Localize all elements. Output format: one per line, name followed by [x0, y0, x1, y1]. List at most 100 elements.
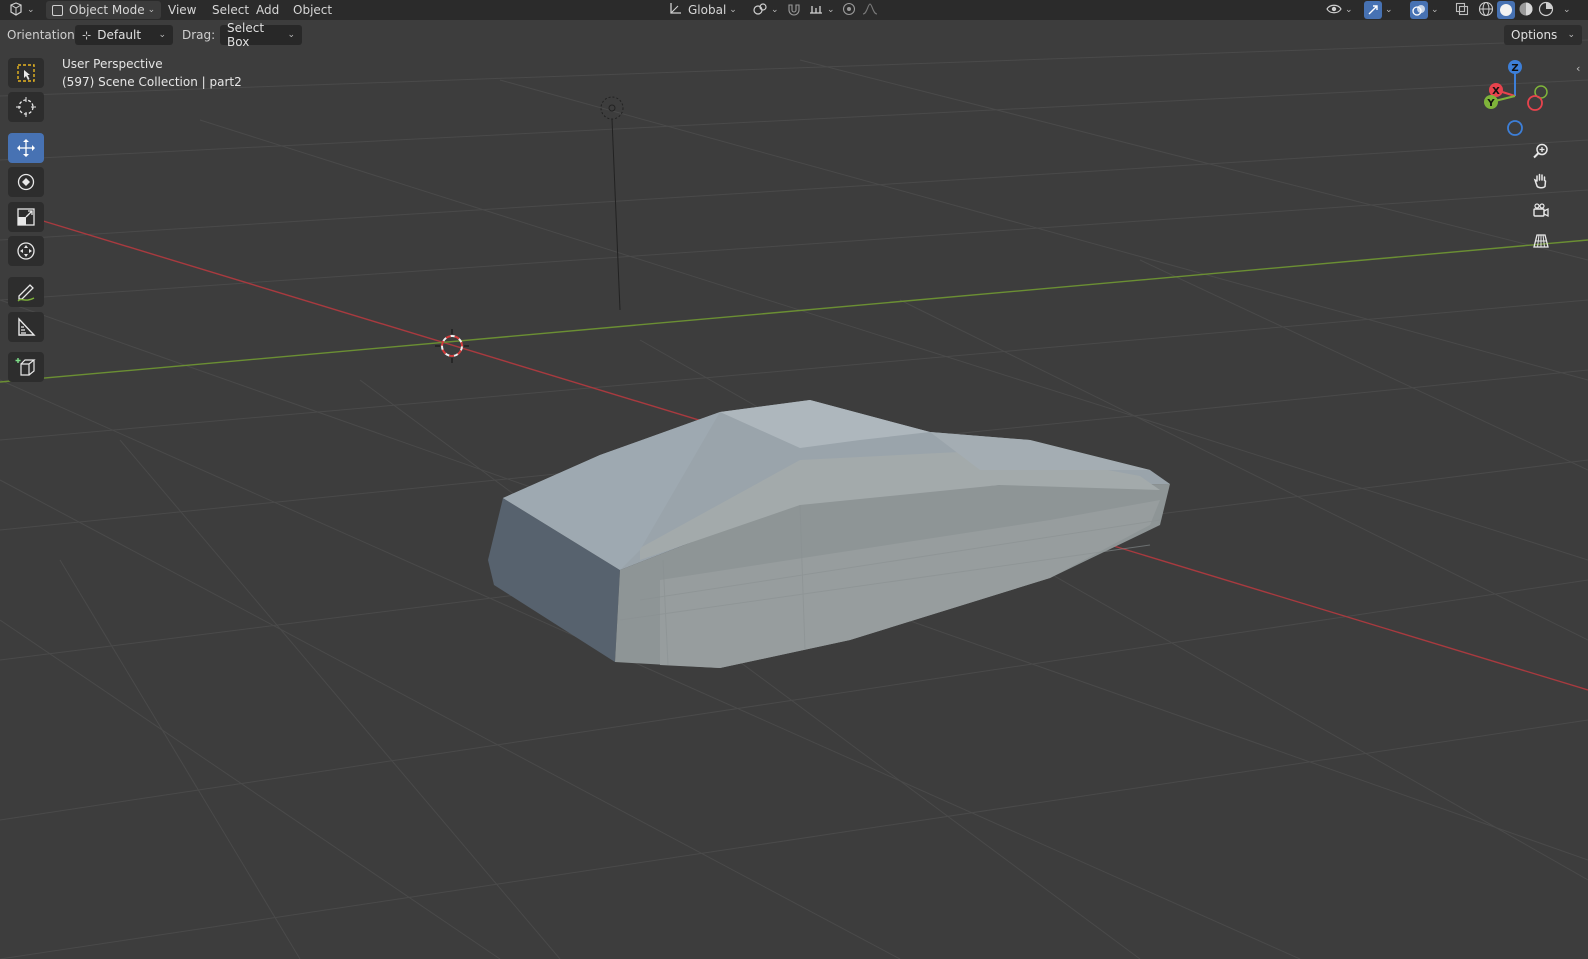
mode-label: Object Mode [69, 3, 145, 17]
shading-solid-button[interactable] [1497, 0, 1515, 20]
orientation-label: Orientation: [7, 28, 79, 42]
3d-cursor[interactable] [435, 329, 469, 363]
proportional-editing-toggle[interactable] [842, 0, 856, 20]
magnet-icon [786, 2, 802, 19]
hand-icon [1533, 173, 1547, 189]
add-cube-icon [15, 358, 36, 376]
editor-type-dropdown[interactable]: ⌄ [8, 0, 35, 20]
camera-icon [1533, 203, 1549, 218]
chevron-down-icon: ⌄ [827, 5, 835, 15]
zoom-button[interactable] [1528, 138, 1554, 164]
eye-icon [1326, 2, 1342, 19]
pivot-point-dropdown[interactable]: ⌄ [752, 0, 779, 20]
drag-dropdown-value: Select Box [227, 21, 265, 49]
orientation-value: Global [688, 3, 727, 17]
orientation-dropdown-value: Default [97, 28, 142, 42]
proportional-falloff-dropdown[interactable] [862, 0, 878, 20]
shading-wireframe-button[interactable] [1478, 0, 1494, 20]
move-arrows-icon [17, 139, 35, 157]
mode-dropdown[interactable]: Object Mode ⌄ [46, 1, 162, 19]
rendered-sphere-icon [1538, 1, 1554, 20]
menu-select[interactable]: Select [212, 0, 249, 20]
drag-label: Drag: [182, 28, 216, 42]
menu-add[interactable]: Add [256, 0, 279, 20]
overlay-icon [1410, 1, 1428, 19]
shading-rendered-button[interactable] [1538, 0, 1554, 20]
perspective-toggle-button[interactable] [1528, 228, 1554, 254]
chevron-down-icon: ⌄ [1567, 30, 1575, 40]
chevron-down-icon: ⌄ [771, 5, 779, 15]
gizmo-icon [1364, 1, 1382, 19]
tool-annotate[interactable] [8, 277, 44, 307]
snap-toggle[interactable] [786, 0, 802, 20]
viewport-perspective-label: User Perspective [62, 57, 163, 71]
z-axis-label: Z [1511, 63, 1518, 74]
y-axis-label: Y [1486, 98, 1495, 109]
cursor-target-icon [16, 97, 36, 117]
axes-icon [668, 2, 682, 19]
cube-editor-icon [8, 1, 24, 19]
shading-options-dropdown[interactable]: ⌄ [1560, 0, 1571, 20]
axes-icon: ⊹ [82, 28, 92, 42]
selectability-visibility-dropdown[interactable]: ⌄ [1326, 0, 1353, 20]
xray-icon [1455, 2, 1469, 19]
pivot-icon [752, 2, 768, 19]
shading-material-button[interactable] [1518, 0, 1534, 20]
falloff-curve-icon [862, 2, 878, 19]
xray-toggle[interactable] [1455, 0, 1469, 20]
neg-z-axis-handle[interactable] [1507, 120, 1523, 136]
transform-orientation-dropdown[interactable]: Global ⌄ [668, 0, 737, 20]
chevron-down-icon: ⌄ [158, 30, 166, 40]
material-sphere-icon [1518, 1, 1534, 20]
orientation-dropdown[interactable]: ⊹ Default ⌄ [75, 25, 173, 45]
options-dropdown[interactable]: Options ⌄ [1504, 25, 1582, 45]
chevron-down-icon: ⌄ [147, 5, 156, 15]
wireframe-sphere-icon [1478, 1, 1494, 20]
grid-perspective-icon [1533, 234, 1549, 248]
tool-move[interactable] [8, 133, 44, 163]
select-box-icon [17, 64, 35, 82]
menu-object[interactable]: Object [293, 0, 332, 20]
chevron-down-icon: ⌄ [1345, 5, 1353, 15]
y-axis-line [0, 239, 1588, 383]
sidebar-toggle-arrow[interactable]: ‹ [1576, 62, 1586, 76]
tool-scale[interactable] [8, 202, 44, 232]
neg-x-axis-handle[interactable] [1527, 95, 1543, 111]
pan-button[interactable] [1528, 168, 1554, 194]
tool-select-box[interactable] [8, 58, 44, 88]
options-label: Options [1511, 28, 1558, 42]
menu-view[interactable]: View [168, 0, 196, 20]
snap-increment-icon [808, 2, 824, 19]
viewport-collection-label: (597) Scene Collection | part2 [62, 75, 242, 89]
car-mesh[interactable] [488, 400, 1170, 668]
proportional-icon [842, 2, 856, 19]
tool-rotate[interactable] [8, 167, 44, 197]
drag-dropdown[interactable]: Select Box ⌄ [220, 21, 302, 49]
solid-sphere-icon [1497, 1, 1515, 19]
camera-view-button[interactable] [1528, 198, 1554, 224]
overlay-toggle[interactable]: ⌄ [1410, 0, 1439, 20]
chevron-down-icon: ⌄ [1431, 5, 1439, 15]
annotate-pencil-icon [17, 284, 35, 302]
object-mode-icon [52, 4, 63, 16]
tool-measure[interactable] [8, 312, 44, 342]
chevron-down-icon: ⌄ [27, 5, 35, 15]
navigation-gizmo[interactable]: Z X Y [1478, 56, 1556, 138]
tool-cursor[interactable] [8, 92, 44, 122]
zoom-magnifier-icon [1533, 143, 1548, 159]
chevron-down-icon: ⌄ [287, 30, 295, 40]
x-axis-label: X [1492, 86, 1500, 97]
chevron-down-icon: ⌄ [729, 5, 737, 15]
snap-target-dropdown[interactable]: ⌄ [808, 0, 835, 20]
viewport-header: ⌄ Object Mode ⌄ View Select Add Object G… [0, 0, 1588, 20]
transform-icon [17, 242, 35, 260]
gizmo-toggle[interactable]: ⌄ [1364, 0, 1393, 20]
tool-transform[interactable] [8, 236, 44, 266]
rotate-icon [17, 173, 35, 191]
scale-icon [17, 208, 35, 226]
chevron-down-icon: ⌄ [1385, 5, 1393, 15]
tool-add-cube[interactable] [8, 352, 44, 382]
viewport-canvas[interactable] [0, 0, 1588, 959]
chevron-down-icon: ⌄ [1563, 5, 1571, 15]
measure-ruler-icon [18, 317, 36, 336]
